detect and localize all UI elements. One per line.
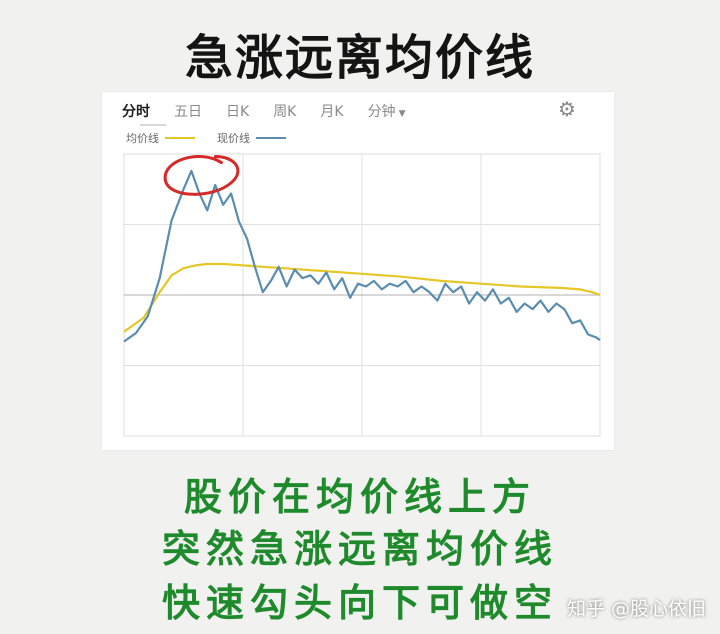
intraday-chart (123, 153, 601, 437)
peak-highlight-circle (163, 154, 240, 196)
stock-chart-card: 分时 五日 日K 周K 月K 分钟 ▼ ⚙ 均价线 现价线 (102, 92, 614, 450)
watermark: 知乎 @股心依旧 (566, 598, 706, 620)
caption-line-2: 突然急涨远离均价线 (161, 527, 558, 571)
page-title: 急涨远离均价线 (184, 30, 535, 86)
caption-line-1: 股价在均价线上方 (183, 475, 536, 519)
